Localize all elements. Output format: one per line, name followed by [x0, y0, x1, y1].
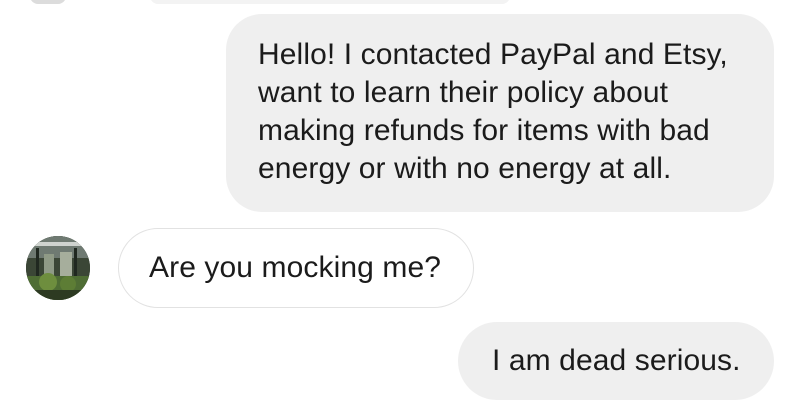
message-text-line: making refunds for items with bad — [258, 114, 710, 147]
contact-avatar-photo-icon — [26, 236, 90, 300]
previous-message-fragment — [150, 0, 510, 4]
chat-thread: Hello! I contacted PayPal and Etsy, want… — [0, 0, 800, 414]
message-text-line: energy or with no energy at all. — [258, 152, 672, 185]
previous-avatar-fragment — [30, 0, 66, 4]
message-text: I am dead serious. — [492, 344, 741, 377]
outgoing-message-bubble[interactable]: Hello! I contacted PayPal and Etsy, want… — [226, 14, 774, 212]
message-text: Are you mocking me? — [149, 251, 442, 284]
outgoing-message-bubble[interactable]: I am dead serious. — [458, 322, 774, 400]
incoming-message-bubble[interactable]: Are you mocking me? — [118, 228, 474, 308]
contact-avatar[interactable] — [26, 236, 90, 300]
message-text-line: Hello! I contacted PayPal and Etsy, — [258, 38, 728, 71]
message-text-line: want to learn their policy about — [258, 76, 669, 109]
